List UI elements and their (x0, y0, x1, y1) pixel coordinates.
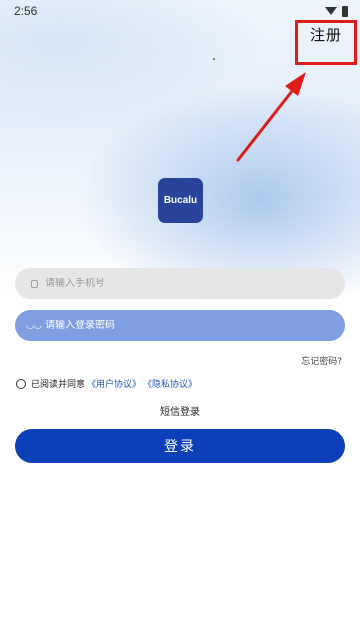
password-field[interactable]: ◡◡ (15, 310, 345, 341)
agreement-radio[interactable] (16, 378, 26, 389)
user-agreement-link[interactable]: 《用户协议》 (87, 377, 141, 390)
wifi-icon (325, 7, 337, 15)
phone-input[interactable] (45, 278, 325, 289)
privacy-policy-link[interactable]: 《隐私协议》 (143, 377, 197, 390)
forgot-password-link[interactable]: 忘记密码? (301, 354, 342, 367)
phone-icon (27, 279, 41, 288)
phone-field[interactable] (15, 268, 345, 299)
annotation-highlight-box (295, 20, 357, 65)
sms-login-link[interactable]: 短信登录 (0, 403, 360, 418)
app-logo: Bucalu (158, 178, 203, 223)
status-bar: 2:56 (0, 0, 360, 22)
status-time: 2:56 (14, 4, 38, 18)
background-dot (213, 58, 215, 60)
agreement-text: 已阅读并同意 (31, 380, 86, 390)
eye-icon[interactable]: ◡◡ (26, 321, 42, 331)
login-button[interactable]: 登录 (15, 429, 345, 463)
password-input[interactable] (45, 320, 325, 331)
status-icons (325, 5, 348, 17)
agreement-row: 已阅读并同意 《用户协议》 《隐私协议》 (16, 377, 197, 390)
battery-icon (342, 5, 348, 17)
